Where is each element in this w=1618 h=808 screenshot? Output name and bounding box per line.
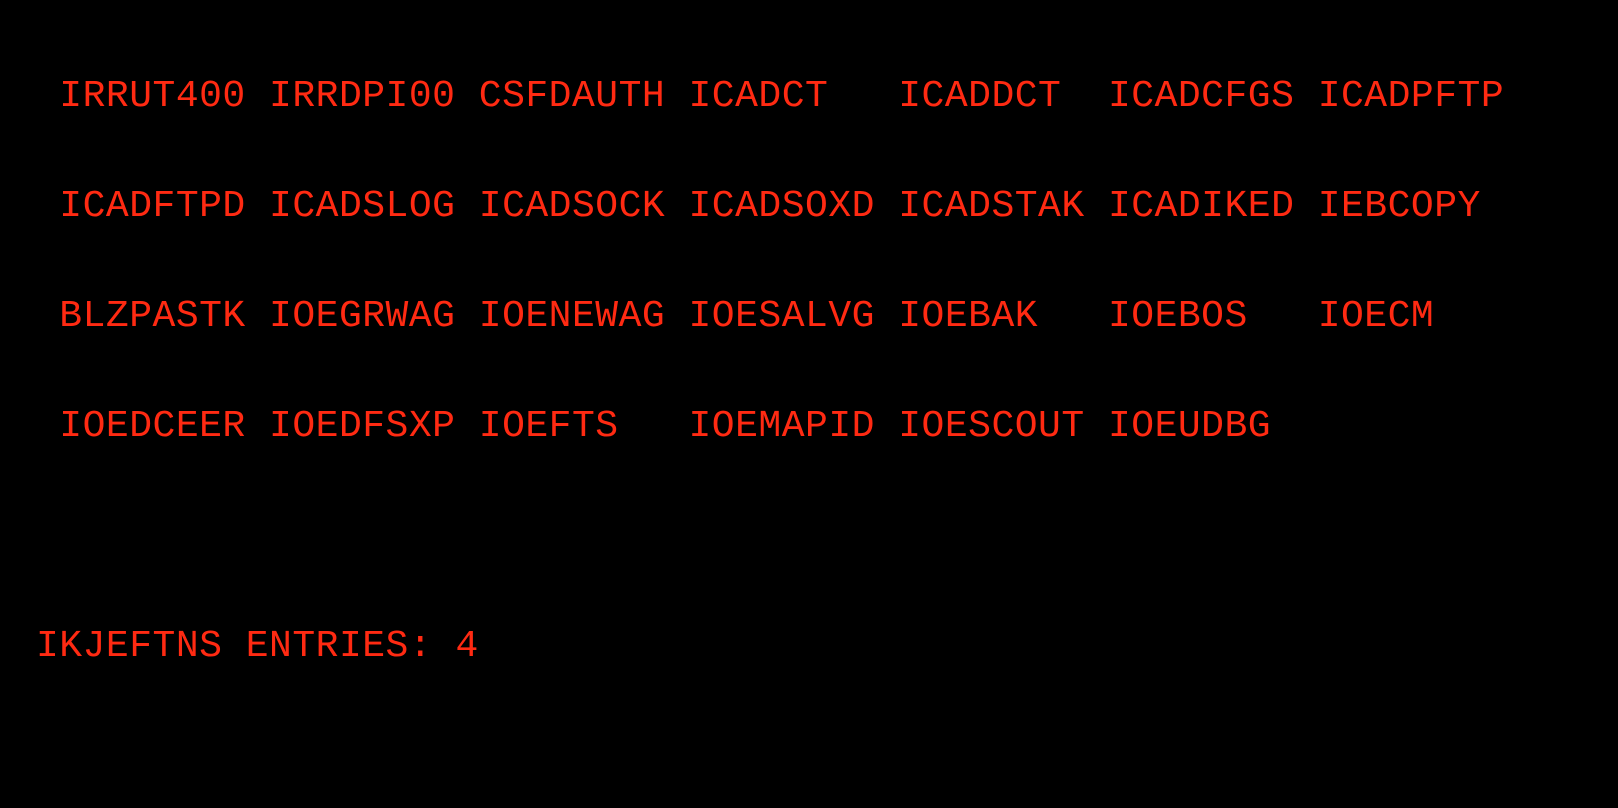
terminal-screen: IRRUT400 IRRDPI00 CSFDAUTH ICADCT ICADDC…: [0, 0, 1618, 808]
module-row-4: IOEDCEER IOEDFSXP IOEFTS IOEMAPID IOESCO…: [36, 405, 1271, 448]
ikjeftns-header: IKJEFTNS ENTRIES: 4: [36, 625, 479, 668]
module-row-2: ICADFTPD ICADSLOG ICADSOCK ICADSOXD ICAD…: [36, 185, 1481, 228]
module-row-3: BLZPASTK IOEGRWAG IOENEWAG IOESALVG IOEB…: [36, 295, 1434, 338]
module-row-1: IRRUT400 IRRDPI00 CSFDAUTH ICADCT ICADDC…: [36, 75, 1504, 118]
